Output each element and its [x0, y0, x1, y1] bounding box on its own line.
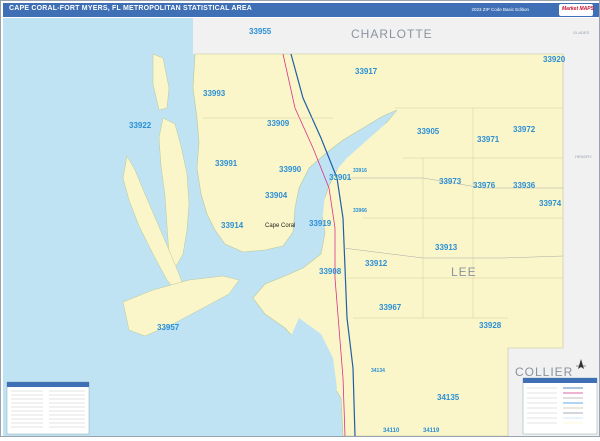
map-title: CAPE CORAL-FORT MYERS, FL METROPOLITAN S…	[9, 5, 253, 12]
zip-label: 33976	[473, 181, 496, 190]
zip-label: 33909	[267, 119, 290, 128]
map-logo-icon: Market MAPS	[559, 4, 594, 16]
zip-label: 33990	[279, 165, 302, 174]
zip-label: 34134	[371, 368, 385, 374]
zip-label: 33957	[157, 323, 180, 332]
county-label-lee: LEE	[451, 265, 477, 279]
zip-label: 34135	[437, 393, 460, 402]
zip-label: 33991	[215, 159, 238, 168]
zip-label: 34119	[423, 428, 440, 434]
county-label-collier: COLLIER	[515, 365, 573, 379]
zip-label: 33966	[353, 208, 367, 214]
zip-label: 33904	[265, 191, 288, 200]
zip-label: 33971	[477, 135, 500, 144]
map-frame: CAPE CORAL-FORT MYERS, FL METROPOLITAN S…	[0, 0, 600, 437]
zip-label: 33920	[543, 55, 566, 64]
zip-label: 33922	[129, 121, 152, 130]
zip-label: 33972	[513, 125, 536, 134]
zip-label: 33908	[319, 267, 342, 276]
zip-label: 33955	[249, 27, 272, 36]
county-label-glades: GLADES	[573, 30, 590, 35]
map-svg[interactable]: CHARLOTTE LEE COLLIER GLADES HENDRY Cape…	[3, 18, 599, 437]
hendry-county-area	[563, 54, 599, 354]
zip-label: 33973	[439, 177, 462, 186]
logo-text: Market MAPS	[562, 6, 594, 12]
zip-label: 33917	[355, 67, 378, 76]
zip-label: 34110	[383, 428, 400, 434]
zip-label: 33928	[479, 321, 502, 330]
zip-list-panel	[6, 381, 90, 435]
zip-label: 33901	[329, 173, 352, 182]
title-bar: CAPE CORAL-FORT MYERS, FL METROPOLITAN S…	[3, 3, 599, 17]
zip-label: 33905	[417, 127, 440, 136]
map-edition: 2023 ZIP Code Basic Edition	[471, 7, 529, 12]
map-canvas[interactable]: CHARLOTTE LEE COLLIER GLADES HENDRY Cape…	[3, 18, 599, 437]
zip-label: 33916	[353, 168, 367, 174]
zip-label: 33912	[365, 259, 388, 268]
county-label-hendry: HENDRY	[575, 154, 592, 159]
zip-label: 33913	[435, 243, 458, 252]
zip-label: 33974	[539, 199, 562, 208]
zip-label: 33967	[379, 303, 402, 312]
zip-label: 33993	[203, 89, 226, 98]
zip-label: 33919	[309, 219, 332, 228]
zip-label: 33914	[221, 221, 244, 230]
county-label-charlotte: CHARLOTTE	[351, 27, 433, 41]
map-legend	[522, 377, 598, 435]
city-label-cape-coral: Cape Coral	[265, 223, 295, 229]
zip-label: 33936	[513, 181, 536, 190]
